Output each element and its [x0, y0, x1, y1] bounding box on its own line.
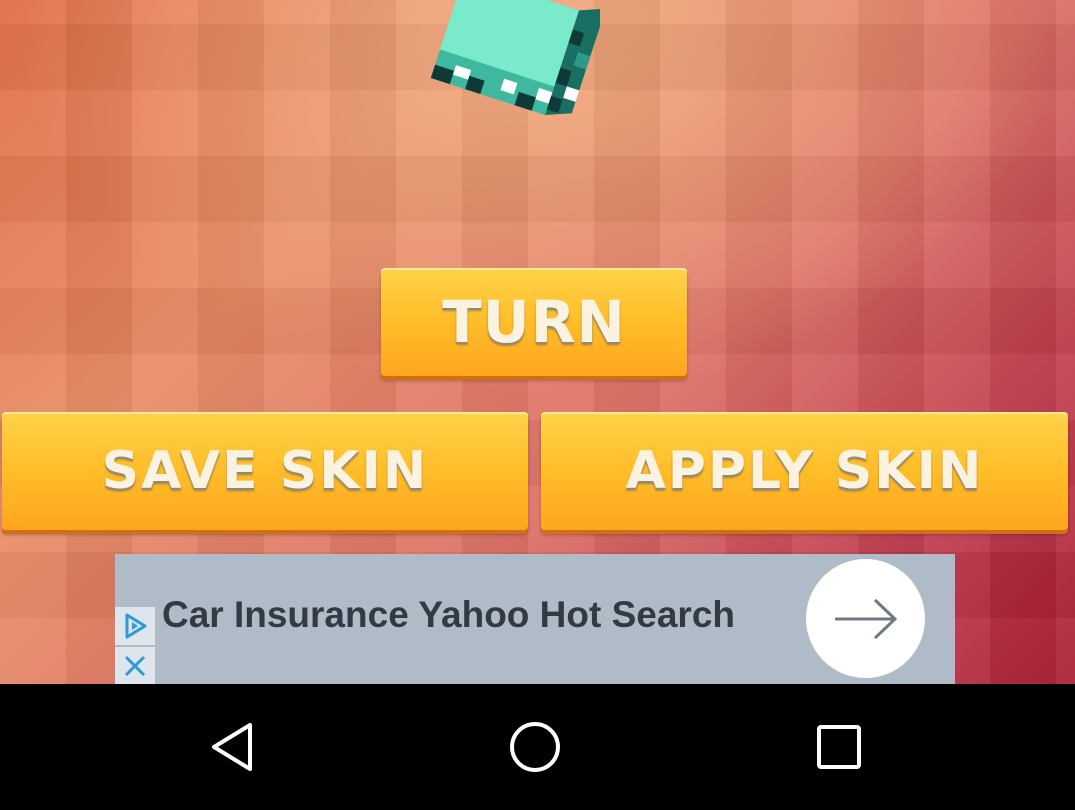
android-navigation-bar	[0, 684, 1075, 810]
skin-editor-screen: TURN SAVE SKIN APPLY SKIN Car Insurance …	[0, 0, 1075, 684]
close-icon[interactable]	[115, 647, 155, 684]
back-triangle-icon[interactable]	[191, 704, 277, 790]
recents-square-icon[interactable]	[796, 704, 882, 790]
home-circle-icon[interactable]	[492, 704, 578, 790]
apply-skin-button[interactable]: APPLY SKIN	[541, 412, 1068, 530]
ad-text[interactable]: Car Insurance Yahoo Hot Search	[162, 594, 735, 636]
skin-preview-head[interactable]	[410, 0, 600, 160]
arrow-right-icon[interactable]	[806, 559, 925, 678]
save-skin-button[interactable]: SAVE SKIN	[2, 412, 528, 530]
turn-button[interactable]: TURN	[381, 268, 687, 376]
ad-choices-icon[interactable]	[115, 607, 155, 645]
ad-banner[interactable]: Car Insurance Yahoo Hot Search	[115, 554, 955, 684]
